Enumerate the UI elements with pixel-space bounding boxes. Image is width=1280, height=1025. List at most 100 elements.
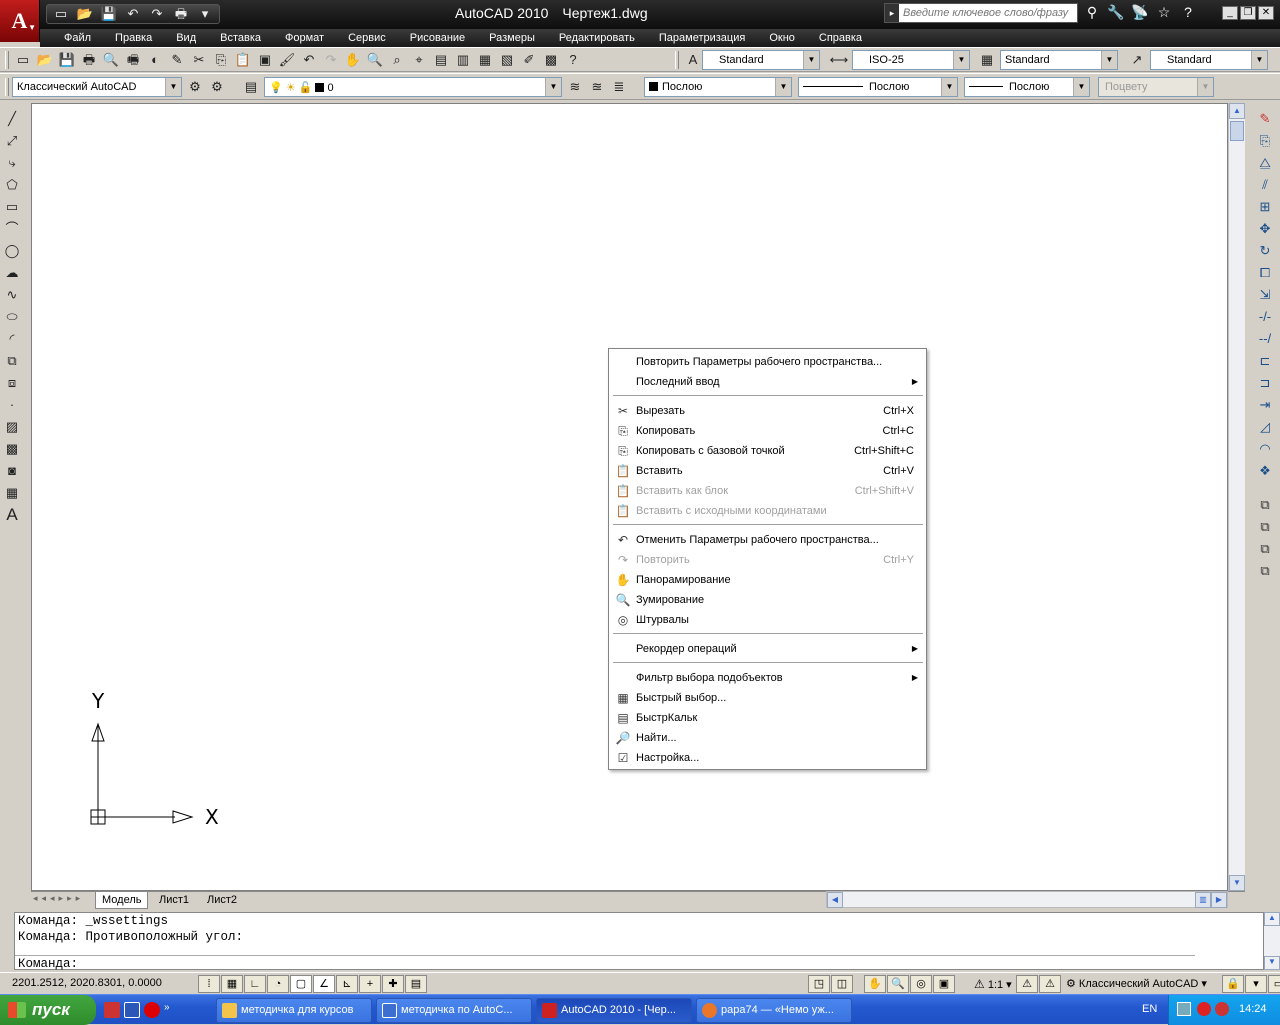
circle-icon[interactable]: ◯ [0, 240, 24, 262]
mirror-icon[interactable]: ⧋ [1253, 152, 1277, 174]
save-icon[interactable]: 💾 [56, 50, 78, 70]
scroll-right-icon[interactable]: ▶ [1211, 892, 1227, 908]
rotate-icon[interactable]: ↻ [1253, 240, 1277, 262]
break-icon[interactable]: ⊐ [1253, 372, 1277, 394]
context-menu-item[interactable]: 🔎 Найти... [611, 728, 924, 748]
menu-item[interactable]: Сервис [336, 29, 398, 47]
scroll-up-icon[interactable]: ▲ [1229, 103, 1245, 119]
menu-item[interactable]: Рисование [398, 29, 477, 47]
linetype-select[interactable]: Послою ▼ [798, 77, 958, 97]
menu-item[interactable]: Размеры [477, 29, 547, 47]
insert-block-icon[interactable]: ⧉ [0, 350, 24, 372]
tool-palettes-icon[interactable]: ▦ [474, 50, 496, 70]
lineweight-select[interactable]: Послою ▼ [964, 77, 1090, 97]
mleader-style-select[interactable]: Standard ▼ [1150, 50, 1268, 70]
ortho-toggle[interactable]: ∟ [244, 975, 266, 993]
menu-item[interactable]: Окно [757, 29, 807, 47]
network-icon[interactable] [1177, 1002, 1191, 1016]
layer-previous-icon[interactable]: ≊ [586, 77, 608, 97]
close-button[interactable]: ✕ [1258, 6, 1274, 20]
lwt-toggle[interactable]: ✚ [382, 975, 404, 993]
offset-icon[interactable]: ⫽ [1253, 174, 1277, 196]
undo-icon[interactable]: ↶ [298, 50, 320, 70]
scroll-down-icon[interactable]: ▼ [1229, 875, 1245, 891]
calculator-icon[interactable]: ▩ [540, 50, 562, 70]
dim-style-select[interactable]: ISO-25 ▼ [852, 50, 970, 70]
communication-icon[interactable]: 📡 [1130, 4, 1150, 21]
horizontal-scrollbar[interactable]: ◀ ▥ ▶ [826, 891, 1228, 908]
draw-order-front-icon[interactable]: ⧉ [1253, 494, 1277, 516]
status-menu-icon[interactable]: ▾ [1245, 975, 1267, 993]
ellipse-icon[interactable]: ⬭ [0, 306, 24, 328]
polyline-icon[interactable]: ⤷ [0, 152, 24, 174]
restore-button[interactable]: ❐ [1240, 6, 1256, 20]
scroll-thumb-h[interactable]: ▥ [1195, 892, 1211, 908]
search-box[interactable]: ▸ [884, 3, 1078, 23]
context-menu-item[interactable]: ⎘ Копировать Ctrl+C [611, 421, 924, 441]
make-current-layer-icon[interactable]: ≋ [564, 77, 586, 97]
scale-icon[interactable]: ⧠ [1253, 262, 1277, 284]
menu-item[interactable]: Вставка [208, 29, 273, 47]
join-icon[interactable]: ⇥ [1253, 394, 1277, 416]
polar-toggle[interactable]: ◔ [267, 975, 289, 993]
menu-item[interactable]: Справка [807, 29, 874, 47]
menu-item[interactable]: Параметризация [647, 29, 757, 47]
ellipse-arc-icon[interactable]: ◜ [0, 328, 24, 350]
gradient-icon[interactable]: ▩ [0, 438, 24, 460]
undo-icon[interactable]: ↶ [122, 5, 144, 23]
stretch-icon[interactable]: ⇲ [1253, 284, 1277, 306]
chevron-right-icon[interactable]: » [164, 1002, 174, 1018]
chamfer-icon[interactable]: ◿ [1253, 416, 1277, 438]
grid-toggle[interactable]: ▦ [221, 975, 243, 993]
menu-item[interactable]: Файл [52, 29, 103, 47]
match-properties-icon[interactable]: 🖌 [276, 50, 298, 70]
clock[interactable]: 14:24 [1239, 1003, 1267, 1015]
open-icon[interactable]: 📂 [74, 5, 96, 23]
design-center-icon[interactable]: ▥ [452, 50, 474, 70]
taskbar-item-autocad[interactable]: AutoCAD 2010 - [Чер... [536, 998, 692, 1023]
tab-model[interactable]: Модель [95, 892, 149, 909]
context-menu-item[interactable]: 📋 Вставить Ctrl+V [611, 461, 924, 481]
copy-icon[interactable]: ⎘ [210, 50, 232, 70]
taskbar-item-word[interactable]: методичка по AutoC... [376, 998, 532, 1023]
context-menu-item[interactable]: Фильтр выбора подобъектов ▶ [611, 668, 924, 688]
open-icon[interactable]: 📂 [34, 50, 56, 70]
menu-item[interactable]: Редактировать [547, 29, 647, 47]
context-menu-item[interactable]: ▤ БыстрКальк [611, 708, 924, 728]
redo-icon[interactable]: ↷ [146, 5, 168, 23]
break-at-point-icon[interactable]: ⊏ [1253, 350, 1277, 372]
zoom-realtime-icon[interactable]: 🔍 [364, 50, 386, 70]
command-prompt[interactable]: Команда: [15, 955, 1195, 971]
context-menu-item[interactable]: ☑ Настройка... [611, 748, 924, 768]
context-menu-item[interactable]: Повторить Параметры рабочего пространств… [611, 352, 924, 372]
scroll-up-icon[interactable]: ▲ [1264, 912, 1280, 926]
help-icon[interactable]: ? [1178, 4, 1198, 21]
spline-icon[interactable]: ∿ [0, 284, 24, 306]
trim-icon[interactable]: -/- [1253, 306, 1277, 328]
taskbar-item-browser[interactable]: papa74 — «Немо уж... [696, 998, 852, 1023]
sheet-set-icon[interactable]: ▧ [496, 50, 518, 70]
gear-icon[interactable]: ⚙ [184, 77, 206, 97]
help-icon[interactable]: ? [562, 50, 584, 70]
context-menu-item[interactable]: 🔍 Зумирование [611, 590, 924, 610]
menu-item[interactable]: Вид [164, 29, 208, 47]
minimize-button[interactable]: _ [1222, 6, 1238, 20]
dim-style-icon[interactable]: ⟷ [828, 50, 850, 70]
construction-line-icon[interactable]: ⤢ [0, 130, 24, 152]
dyn-toggle[interactable]: + [359, 975, 381, 993]
publish-icon[interactable]: 🖷 [122, 50, 144, 70]
context-menu-item[interactable]: ✂ Вырезать Ctrl+X [611, 401, 924, 421]
scroll-left-icon[interactable]: ◀ [827, 892, 843, 908]
quick-view-layouts-icon[interactable]: ◫ [831, 975, 853, 993]
layer-select[interactable]: 💡 ☀ 🔓 0 ▼ [264, 77, 562, 97]
app-launcher-icon[interactable] [104, 1002, 120, 1018]
osnap-toggle[interactable]: ▢ [290, 975, 312, 993]
revision-cloud-icon[interactable]: ☁ [0, 262, 24, 284]
zoom-window-icon[interactable]: ⌕ [386, 50, 408, 70]
context-menu-item[interactable]: ↶ Отменить Параметры рабочего пространств… [611, 530, 924, 550]
paste-block-icon[interactable]: ▣ [254, 50, 276, 70]
text-style-select[interactable]: Standard ▼ [702, 50, 820, 70]
scroll-down-icon[interactable]: ▼ [1264, 956, 1280, 970]
tab-layout2[interactable]: Лист2 [201, 892, 243, 909]
chevron-down-icon[interactable]: ▾ [194, 5, 216, 23]
